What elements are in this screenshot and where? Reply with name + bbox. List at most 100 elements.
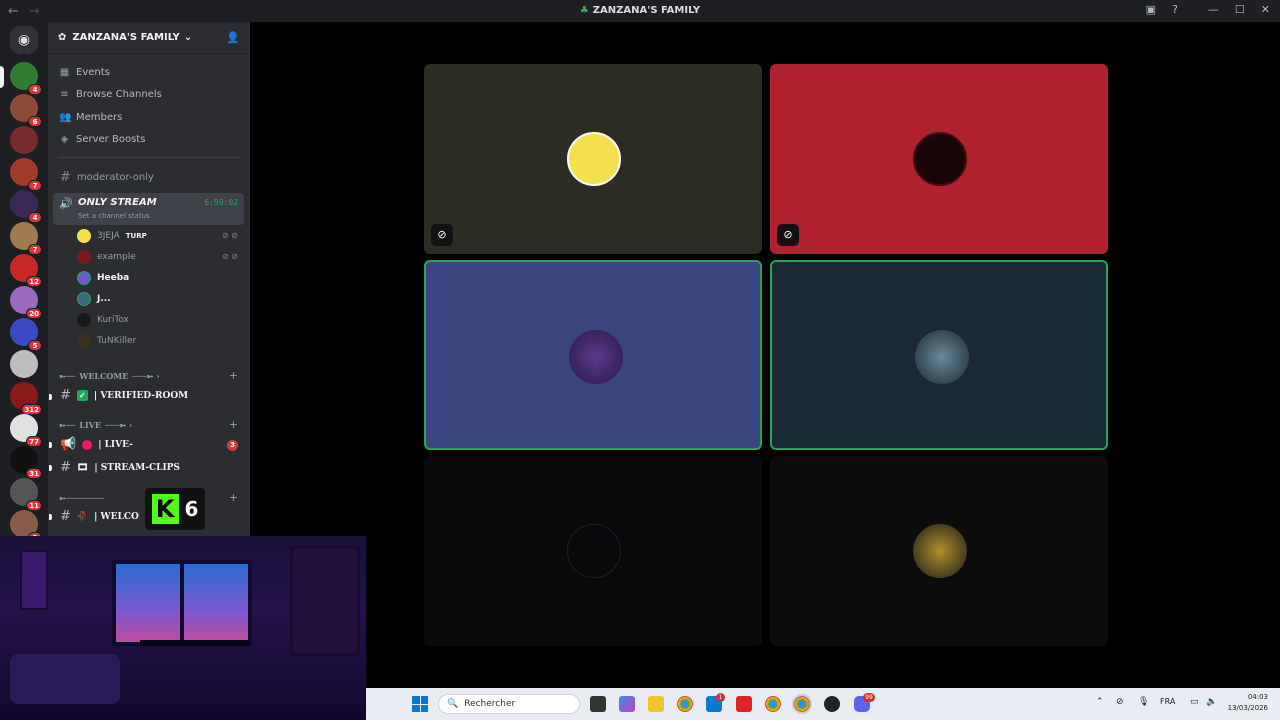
server-icon[interactable]: 11 — [10, 478, 42, 511]
server-icon[interactable]: 77 — [10, 414, 42, 447]
voice-user[interactable]: 3JEJA TURP — [77, 229, 147, 243]
voice-user[interactable]: Heeba — [77, 271, 129, 285]
voice-user[interactable]: KuriTox — [77, 313, 129, 327]
maximize-button[interactable]: ☐ — [1235, 3, 1245, 16]
network-icon[interactable]: ⊘ — [1116, 697, 1124, 707]
invite-icon[interactable]: 👤 — [226, 31, 240, 44]
megaphone-icon: 📢 — [60, 437, 77, 452]
participant-tile[interactable]: ⊘ — [770, 64, 1108, 254]
leaf-icon: ♣ — [579, 5, 589, 16]
discord-badge: 99 — [863, 693, 875, 702]
voice-call-area: ⊘ ⊘ — [250, 22, 1280, 688]
channel-moderator-only[interactable]: # moderator-only — [60, 170, 154, 185]
channel-status[interactable]: Set a channel status — [78, 212, 150, 220]
monitor-icon[interactable]: ▭ — [1190, 697, 1199, 707]
deafened-icon: ⊘ — [777, 224, 799, 246]
speaker-icon: 🔊 — [59, 197, 73, 210]
category-welcome[interactable]: ➳── WELCOME ───➳ › — [59, 371, 159, 381]
film-icon: 🎞 — [76, 462, 89, 473]
participant-tile[interactable] — [770, 260, 1108, 450]
check-icon: ✓ — [76, 390, 88, 401]
members-icon: 👥 — [59, 112, 72, 123]
shelf — [290, 546, 360, 656]
help-icon[interactable]: ? — [1172, 3, 1178, 16]
avatar — [77, 229, 91, 243]
channel-live[interactable]: 📢 | LIVE- — [60, 437, 133, 452]
chevron-down-icon: ⌄ — [183, 32, 193, 43]
divider — [58, 157, 240, 158]
participant-tile[interactable] — [770, 456, 1108, 646]
discord-home-icon[interactable]: ◉ — [10, 26, 38, 54]
taskbar-clock[interactable]: 04:03 13/03/2026 — [1228, 692, 1268, 714]
participant-tile[interactable]: ⊘ — [424, 64, 762, 254]
avatar — [915, 330, 969, 384]
voice-user[interactable]: example — [77, 250, 136, 264]
voice-user[interactable]: J... — [77, 292, 111, 306]
unread-indicator — [49, 514, 52, 520]
arrow-deco-icon: ➳── — [59, 371, 76, 381]
server-icon[interactable]: 3 — [10, 510, 42, 543]
channel-verified-room[interactable]: # ✓ | VERIFIED-ROOM — [60, 388, 188, 403]
voice-user[interactable]: TuNKiller — [77, 334, 136, 348]
participant-tile[interactable] — [424, 260, 762, 450]
chrome-profile-icon[interactable] — [765, 696, 781, 712]
search-icon: 🔍 — [447, 699, 459, 709]
menu-browse-channels[interactable]: ≡ Browse Channels — [59, 89, 162, 100]
hash-icon: # — [60, 460, 71, 475]
desk — [140, 640, 250, 646]
mic-icon[interactable]: 🎙 — [1138, 697, 1149, 707]
mention-badge: 3 — [227, 440, 238, 451]
chrome-active-icon[interactable] — [792, 694, 812, 714]
avatar — [77, 334, 91, 348]
add-channel-icon[interactable]: + — [229, 491, 238, 504]
task-view-icon[interactable] — [590, 696, 606, 712]
hash-icon: # — [60, 170, 71, 185]
rose-icon: 🥀 — [76, 511, 89, 522]
channel-sidebar: ✿ ZANZANA'S FAMILY ⌄ 👤 ▦ Events ≡ Browse C… — [48, 22, 250, 536]
server-icon[interactable] — [10, 350, 38, 378]
menu-members[interactable]: 👥 Members — [59, 112, 122, 123]
notification-badge: 1 — [716, 693, 725, 702]
participant-tile[interactable] — [424, 456, 762, 646]
server-selected-pill — [0, 66, 4, 88]
server-icon[interactable]: 5 — [10, 318, 42, 351]
file-explorer-icon[interactable] — [648, 696, 664, 712]
wps-icon[interactable] — [736, 696, 752, 712]
chrome-icon[interactable] — [677, 696, 693, 712]
inbox-icon[interactable]: ▣ — [1146, 3, 1156, 16]
server-icon[interactable] — [10, 126, 38, 154]
server-icon[interactable]: 31 — [10, 446, 42, 479]
copilot-icon[interactable] — [619, 696, 635, 712]
channel-welcome[interactable]: # 🥀 | WELCO — [60, 509, 139, 524]
obs-icon[interactable] — [824, 696, 840, 712]
server-icon[interactable]: 6 — [10, 94, 42, 127]
server-header[interactable]: ✿ ZANZANA'S FAMILY ⌄ 👤 — [48, 22, 250, 54]
close-button[interactable]: ✕ — [1261, 3, 1270, 16]
server-icon[interactable]: 7 — [10, 222, 42, 255]
channel-stream-clips[interactable]: # 🎞 | STREAM-CLIPS — [60, 460, 180, 475]
server-rail: ◉ 4 6 7 4 7 12 20 5 312 77 31 11 3 — [0, 22, 48, 543]
language-indicator[interactable]: FRA — [1160, 697, 1175, 706]
server-icon[interactable]: 4 — [10, 62, 42, 95]
add-channel-icon[interactable]: + — [229, 369, 238, 382]
minimize-button[interactable]: — — [1208, 3, 1219, 16]
server-icon[interactable]: 4 — [10, 190, 42, 223]
avatar — [913, 132, 967, 186]
chevron-up-icon[interactable]: ⌃ — [1096, 697, 1104, 707]
voice-channel-only-stream[interactable]: 🔊 ONLY STREAM 6:59:02 Set a channel stat… — [53, 193, 244, 225]
server-icon[interactable]: 7 — [10, 158, 42, 191]
desktop-wallpaper — [0, 536, 366, 720]
server-icon[interactable]: 20 — [10, 286, 42, 319]
category-live[interactable]: ➳── LIVE ───➳ › — [59, 420, 132, 430]
arrow-deco-icon: ───➳ › — [105, 420, 133, 430]
server-icon[interactable]: 312 — [10, 382, 42, 415]
avatar — [569, 330, 623, 384]
menu-server-boosts[interactable]: ◈ Server Boosts — [59, 134, 146, 145]
taskbar-search[interactable]: 🔍 Rechercher — [438, 694, 580, 714]
add-channel-icon[interactable]: + — [229, 418, 238, 431]
menu-events[interactable]: ▦ Events — [59, 67, 110, 78]
volume-icon[interactable]: 🔈 — [1206, 697, 1217, 707]
start-button[interactable] — [412, 696, 428, 712]
server-icon[interactable]: 12 — [10, 254, 42, 287]
category-divider[interactable]: ➳──────── — [59, 493, 104, 503]
